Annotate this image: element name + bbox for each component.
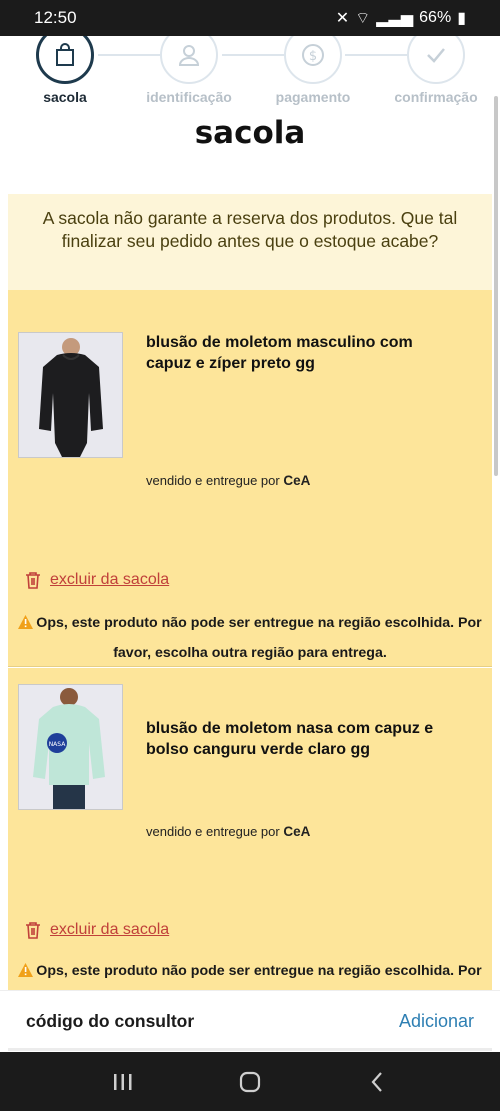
step-connector <box>98 54 160 56</box>
divider <box>8 1048 492 1051</box>
seller-prefix: vendido e entregue por <box>146 473 280 488</box>
seller-name: CeA <box>283 824 311 839</box>
home-button[interactable] <box>220 1062 280 1102</box>
trash-icon <box>26 922 40 939</box>
seller-info: vendido e entregue por CeA <box>146 473 310 488</box>
step-label-sacola: sacola <box>43 89 87 105</box>
product-image[interactable] <box>18 332 123 458</box>
svg-text:$: $ <box>309 49 317 64</box>
recent-apps-icon <box>114 1073 132 1090</box>
delivery-warning-text: Ops, este produto não pode ser entregue … <box>36 615 482 661</box>
home-icon <box>239 1071 261 1092</box>
wifi-icon: ⌔ <box>355 10 371 27</box>
check-icon <box>427 48 445 63</box>
page-title: sacola <box>194 115 306 151</box>
back-icon <box>371 1071 382 1092</box>
delivery-warning: Ops, este produto não pode ser entregue … <box>8 608 492 668</box>
step-label-pagamento: pagamento <box>275 89 351 105</box>
seller-name: CeA <box>283 473 311 488</box>
product-name[interactable]: blusão de moletom masculino com capuz e … <box>146 332 446 374</box>
status-bar: 12:50 ✕ ⌔ ▂▃▅ 66% ▮ <box>0 0 500 36</box>
android-nav-bar <box>0 1052 500 1111</box>
user-icon <box>178 45 200 66</box>
step-label-identificacao: identificação <box>146 89 232 105</box>
step-label-confirmacao: confirmação <box>394 89 478 105</box>
product-name[interactable]: blusão de moletom nasa com capuz e bolso… <box>146 718 446 760</box>
stock-notice: A sacola não garante a reserva dos produ… <box>8 194 492 290</box>
step-connector <box>222 54 284 56</box>
svg-text:NASA: NASA <box>49 741 67 748</box>
recent-apps-button[interactable] <box>93 1062 153 1102</box>
bag-icon <box>56 43 74 66</box>
add-consultant-button[interactable]: Adicionar <box>399 1011 474 1032</box>
checkout-stepper: $ sacola identificação pagamento confirm… <box>0 36 500 116</box>
seller-info: vendido e entregue por CeA <box>146 824 310 839</box>
status-icons: ✕ ⌔ ▂▃▅ 66% ▮ <box>336 8 466 28</box>
battery-level: 66% <box>419 9 452 26</box>
consultant-code-label: código do consultor <box>26 1011 195 1031</box>
checkout-screen: $ sacola identificação pagamento confirm… <box>0 36 500 1052</box>
battery-icon: ▮ <box>457 10 466 27</box>
remove-item-label: excluir da sacola <box>50 571 170 588</box>
remove-item-button[interactable]: excluir da sacola <box>24 570 169 590</box>
product-photo-nasa-hoodie: NASA <box>19 685 122 809</box>
step-connector <box>345 54 407 56</box>
dollar-icon: $ <box>302 44 324 66</box>
mute-icon: ✕ <box>335 10 350 27</box>
warning-icon <box>18 963 34 977</box>
remove-item-button[interactable]: excluir da sacola <box>24 920 169 940</box>
scrollbar[interactable] <box>494 96 498 476</box>
trash-icon <box>26 572 40 589</box>
signal-icon: ▂▃▅ <box>376 10 414 27</box>
step-sacola[interactable] <box>36 36 94 84</box>
warning-icon <box>18 615 34 629</box>
cart-item: blusão de moletom masculino com capuz e … <box>8 290 492 667</box>
cart-item: NASA blusão de moletom nasa com capuz e … <box>8 668 492 1009</box>
product-image[interactable]: NASA <box>18 684 123 810</box>
step-confirmacao[interactable] <box>407 36 465 84</box>
status-time: 12:50 <box>34 8 77 27</box>
seller-prefix: vendido e entregue por <box>146 824 280 839</box>
back-button[interactable] <box>347 1062 407 1102</box>
remove-item-label: excluir da sacola <box>50 921 170 938</box>
step-pagamento[interactable]: $ <box>284 36 342 84</box>
consultant-code-row: código do consultor Adicionar <box>0 990 500 1052</box>
step-identificacao[interactable] <box>160 36 218 84</box>
product-photo-black-hoodie <box>19 333 122 457</box>
